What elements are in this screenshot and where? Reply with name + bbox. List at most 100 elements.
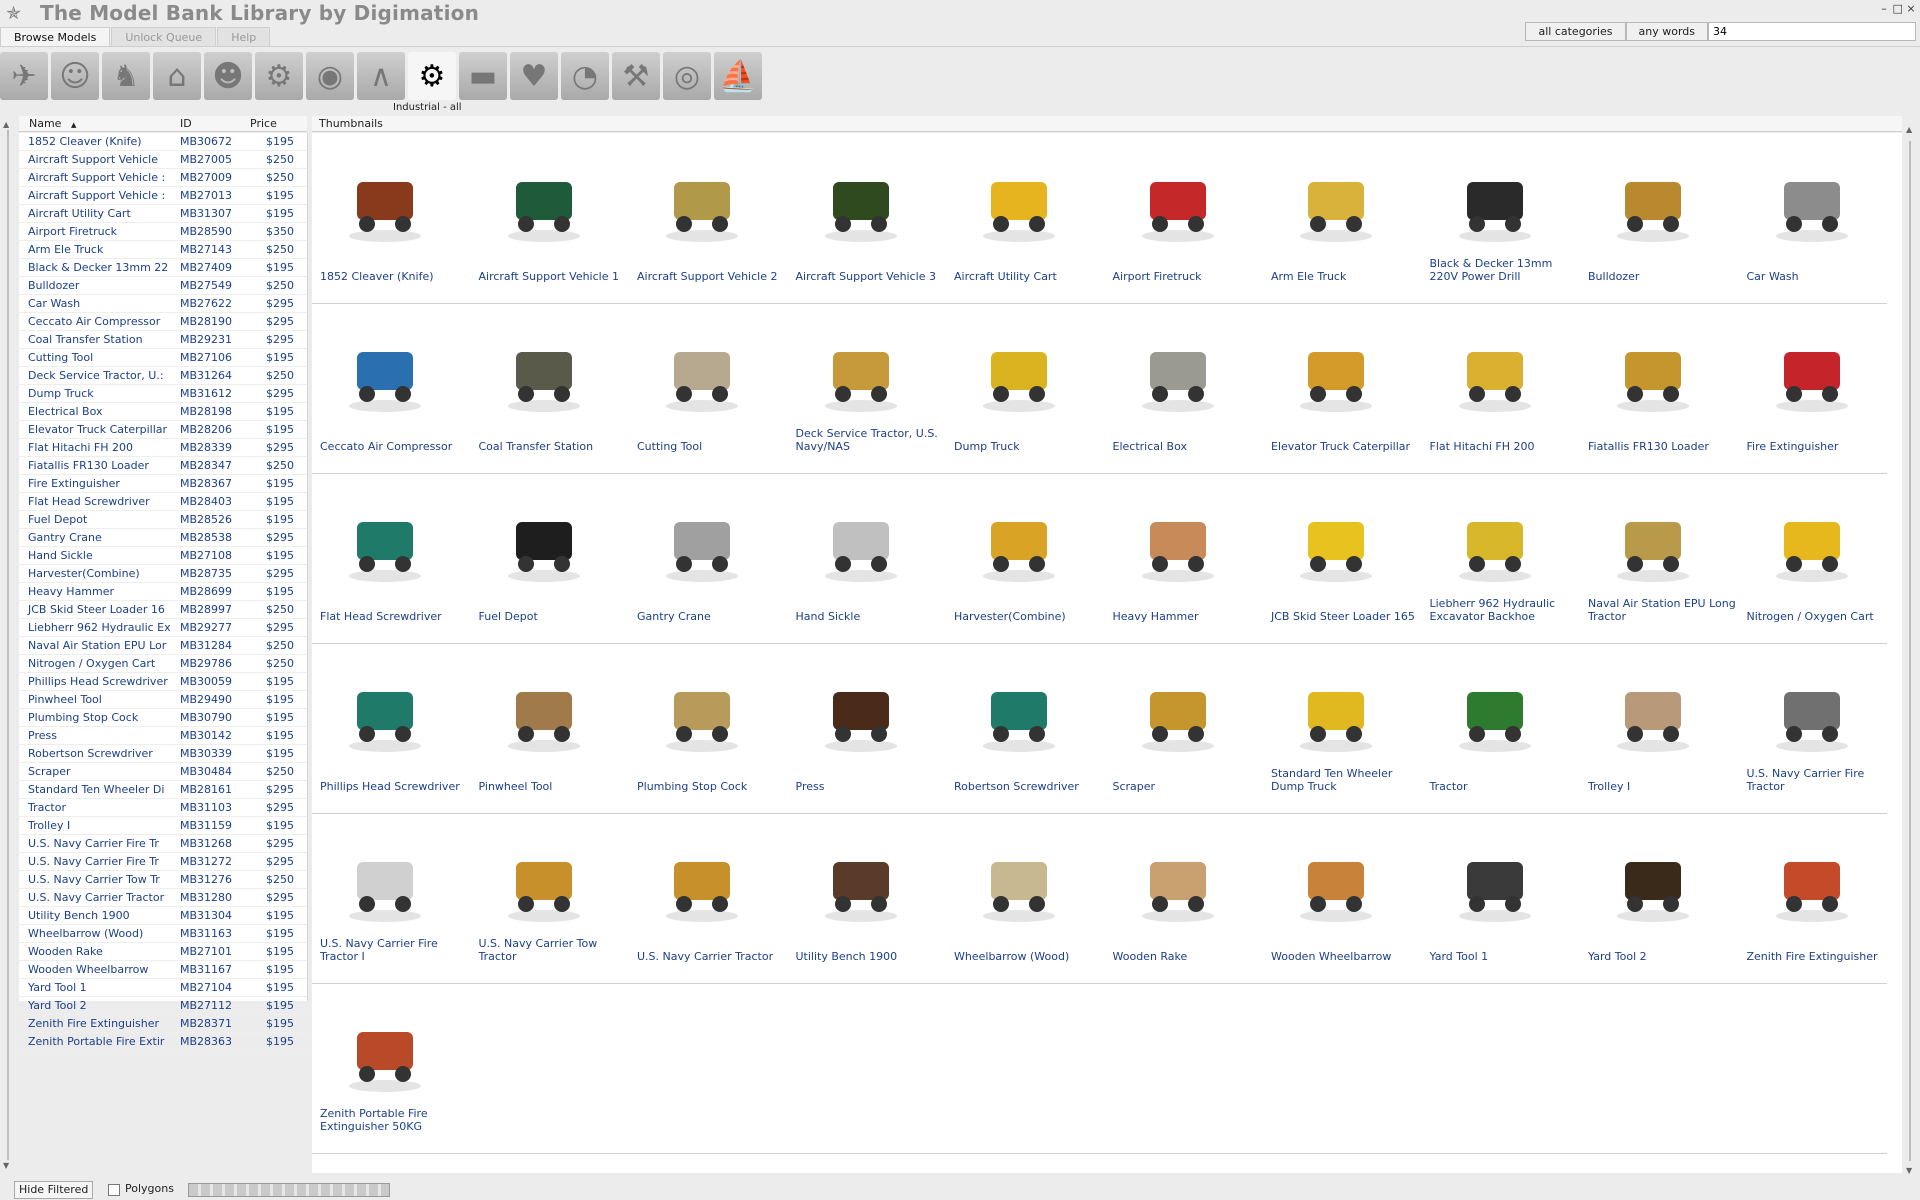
list-row[interactable]: U.S. Navy Carrier Tractor MB31280 $295 — [19, 889, 307, 907]
list-row[interactable]: Fiatallis FR130 Loader MB28347 $250 — [19, 457, 307, 475]
thumbnail-item[interactable]: Scraper — [1105, 643, 1255, 803]
scroll-track[interactable] — [7, 130, 9, 1160]
category-button[interactable]: ◎ — [663, 52, 711, 100]
thumbnail-item[interactable]: Deck Service Tractor, U.S. Navy/NAS — [788, 303, 938, 463]
thumbnail-item[interactable]: Wheelbarrow (Wood) — [946, 813, 1096, 973]
thumbnail-item[interactable]: Aircraft Support Vehicle 3 — [788, 133, 938, 293]
list-row[interactable]: Plumbing Stop Cock MB30790 $195 — [19, 709, 307, 727]
thumbnail-item[interactable]: Airport Firetruck — [1105, 133, 1255, 293]
list-row[interactable]: Fuel Depot MB28526 $195 — [19, 511, 307, 529]
list-row[interactable]: Dump Truck MB31612 $295 — [19, 385, 307, 403]
list-row[interactable]: Tractor MB31103 $295 — [19, 799, 307, 817]
list-row[interactable]: Airport Firetruck MB28590 $350 — [19, 223, 307, 241]
category-button[interactable]: ⚒ — [612, 52, 660, 100]
list-row[interactable]: Electrical Box MB28198 $195 — [19, 403, 307, 421]
scroll-down-icon[interactable]: ▼ — [1906, 1166, 1912, 1175]
list-row[interactable]: Yard Tool 1 MB27104 $195 — [19, 979, 307, 997]
maximize-icon[interactable]: □ — [1893, 2, 1903, 15]
thumbnail-item[interactable]: Car Wash — [1739, 133, 1889, 293]
search-input[interactable] — [1708, 22, 1916, 41]
thumbnail-item[interactable]: Coal Transfer Station — [471, 303, 621, 463]
list-row[interactable]: Aircraft Support Vehicle MB27005 $250 — [19, 151, 307, 169]
thumbnail-item[interactable]: Electrical Box — [1105, 303, 1255, 463]
thumbnail-item[interactable]: U.S. Navy Carrier Tow Tractor — [471, 813, 621, 973]
scroll-up-icon[interactable]: ▲ — [3, 120, 9, 129]
thumbnail-item[interactable]: Zenith Fire Extinguisher — [1739, 813, 1889, 973]
thumbnail-item[interactable]: Wooden Wheelbarrow — [1263, 813, 1413, 973]
list-row[interactable]: Wooden Rake MB27101 $195 — [19, 943, 307, 961]
thumbnail-item[interactable]: Heavy Hammer — [1105, 473, 1255, 633]
category-button[interactable]: ⛵ — [714, 52, 762, 100]
list-row[interactable]: JCB Skid Steer Loader 16 MB28997 $250 — [19, 601, 307, 619]
thumbnail-item[interactable]: Flat Head Screwdriver — [312, 473, 462, 633]
thumbnail-item[interactable]: JCB Skid Steer Loader 165 — [1263, 473, 1415, 633]
thumbnail-item[interactable]: Yard Tool 2 — [1580, 813, 1730, 973]
price-column-header[interactable]: Price — [250, 117, 277, 130]
thumbnail-item[interactable]: U.S. Navy Carrier Tractor — [629, 813, 779, 973]
list-row[interactable]: Heavy Hammer MB28699 $195 — [19, 583, 307, 601]
thumbnail-item[interactable]: Fire Extinguisher — [1739, 303, 1889, 463]
list-row[interactable]: Press MB30142 $195 — [19, 727, 307, 745]
scroll-track[interactable] — [1909, 141, 1911, 1161]
category-button[interactable]: ☻ — [204, 52, 252, 100]
list-row[interactable]: Flat Head Screwdriver MB28403 $195 — [19, 493, 307, 511]
thumbnail-item[interactable]: Bulldozer — [1580, 133, 1730, 293]
list-row[interactable]: Wooden Wheelbarrow MB31167 $195 — [19, 961, 307, 979]
thumbnail-item[interactable]: U.S. Navy Carrier Fire Tractor — [1739, 643, 1889, 803]
thumbnail-item[interactable]: Hand Sickle — [788, 473, 938, 633]
category-button[interactable]: ✈ — [0, 52, 48, 100]
thumbnail-scrollbar[interactable]: ▲ ▼ — [1904, 125, 1916, 1175]
category-button[interactable]: ◉ — [306, 52, 354, 100]
category-button[interactable]: ⌂ — [153, 52, 201, 100]
tab-unlock-queue[interactable]: Unlock Queue — [111, 27, 217, 47]
thumbnail-item[interactable]: U.S. Navy Carrier Fire Tractor I — [312, 813, 462, 973]
list-row[interactable]: Wheelbarrow (Wood) MB31163 $195 — [19, 925, 307, 943]
thumbnail-item[interactable]: Phillips Head Screwdriver — [312, 643, 462, 803]
thumbnail-item[interactable]: Yard Tool 1 — [1422, 813, 1572, 973]
list-row[interactable]: Harvester(Combine) MB28735 $295 — [19, 565, 307, 583]
thumbnail-item[interactable]: Ceccato Air Compressor — [312, 303, 462, 463]
list-row[interactable]: Elevator Truck Caterpillar MB28206 $195 — [19, 421, 307, 439]
thumbnail-item[interactable]: Cutting Tool — [629, 303, 779, 463]
thumbnail-item[interactable]: Aircraft Support Vehicle 1 — [471, 133, 621, 293]
thumbnail-item[interactable]: Press — [788, 643, 938, 803]
thumbnail-item[interactable]: Liebherr 962 Hydraulic Excavator Backhoe — [1422, 473, 1572, 633]
list-row[interactable]: Zenith Fire Extinguisher MB28371 $195 — [19, 1015, 307, 1033]
category-button[interactable]: ▬ — [459, 52, 507, 100]
name-column-header[interactable]: Name ▲ — [29, 117, 76, 130]
tab-browse-models[interactable]: Browse Models — [0, 27, 111, 47]
list-row[interactable]: Naval Air Station EPU Lor MB31284 $250 — [19, 637, 307, 655]
list-row[interactable]: Car Wash MB27622 $295 — [19, 295, 307, 313]
list-row[interactable]: Bulldozer MB27549 $250 — [19, 277, 307, 295]
list-row[interactable]: Fire Extinguisher MB28367 $195 — [19, 475, 307, 493]
category-button[interactable]: ∧ — [357, 52, 405, 100]
category-button[interactable]: ♥ — [510, 52, 558, 100]
list-row[interactable]: Coal Transfer Station MB29231 $295 — [19, 331, 307, 349]
thumbnail-item[interactable]: Fiatallis FR130 Loader — [1580, 303, 1730, 463]
category-filter-button[interactable]: all categories — [1525, 22, 1626, 41]
list-row[interactable]: U.S. Navy Carrier Fire Tr MB31268 $295 — [19, 835, 307, 853]
list-row[interactable]: Trolley I MB31159 $195 — [19, 817, 307, 835]
list-row[interactable]: Aircraft Support Vehicle : MB27013 $195 — [19, 187, 307, 205]
thumbnail-item[interactable]: Nitrogen / Oxygen Cart — [1739, 473, 1889, 633]
thumbnail-item[interactable]: Flat Hitachi FH 200 — [1422, 303, 1572, 463]
list-row[interactable]: U.S. Navy Carrier Tow Tr MB31276 $250 — [19, 871, 307, 889]
thumbnail-item[interactable]: Aircraft Support Vehicle 2 — [629, 133, 779, 293]
list-row[interactable]: Arm Ele Truck MB27143 $250 — [19, 241, 307, 259]
scroll-down-icon[interactable]: ▼ — [3, 1161, 9, 1170]
thumbnail-item[interactable]: Aircraft Utility Cart — [946, 133, 1096, 293]
list-row[interactable]: Gantry Crane MB28538 $295 — [19, 529, 307, 547]
list-row[interactable]: Scraper MB30484 $250 — [19, 763, 307, 781]
list-row[interactable]: Pinwheel Tool MB29490 $195 — [19, 691, 307, 709]
list-row[interactable]: Flat Hitachi FH 200 MB28339 $295 — [19, 439, 307, 457]
list-row[interactable]: Phillips Head Screwdriver MB30059 $195 — [19, 673, 307, 691]
thumbnail-item[interactable]: Arm Ele Truck — [1263, 133, 1413, 293]
category-button[interactable]: ♞ — [102, 52, 150, 100]
polygons-checkbox[interactable] — [108, 1184, 120, 1196]
thumbnail-item[interactable]: Plumbing Stop Cock — [629, 643, 779, 803]
list-row[interactable]: Yard Tool 2 MB27112 $195 — [19, 997, 307, 1015]
hide-filtered-button[interactable]: Hide Filtered — [14, 1181, 94, 1199]
list-row[interactable]: Liebherr 962 Hydraulic Ex MB29277 $295 — [19, 619, 307, 637]
list-scrollbar[interactable]: ▲ ▼ — [3, 120, 13, 1170]
thumbnail-item[interactable]: Harvester(Combine) — [946, 473, 1096, 633]
